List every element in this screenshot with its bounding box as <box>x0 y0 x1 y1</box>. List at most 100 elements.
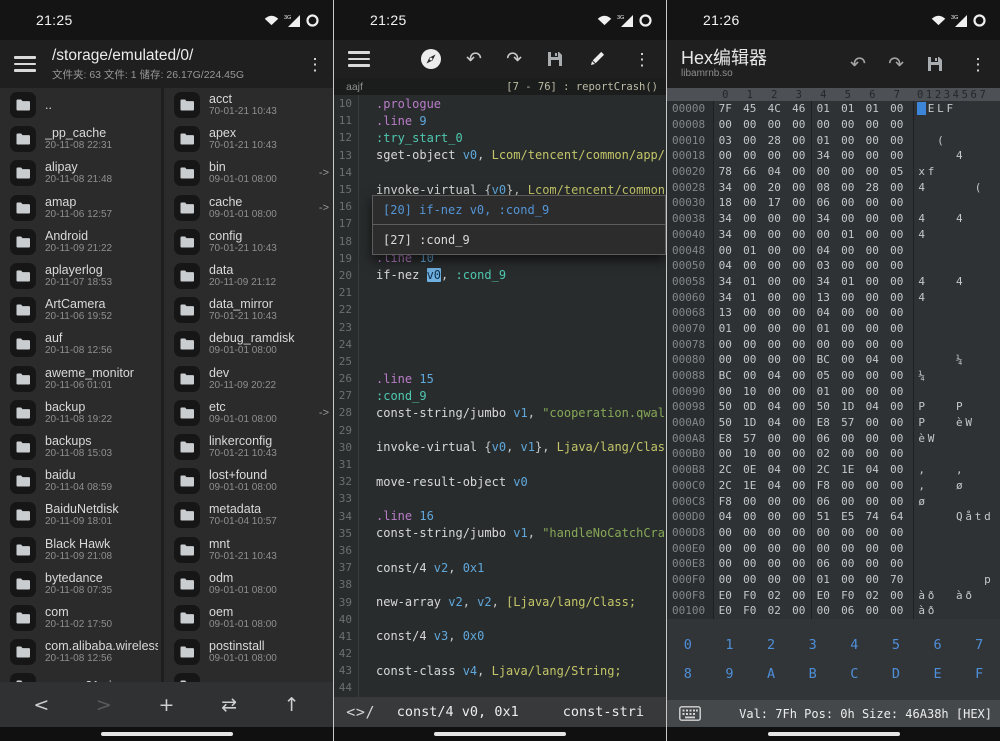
hex-byte[interactable]: 78 <box>713 165 738 178</box>
hex-byte[interactable]: 00 <box>885 557 910 570</box>
file-row[interactable]: bin09-01-01 08:00-> <box>164 156 333 190</box>
file-row[interactable]: odm09-01-01 08:00 <box>164 567 333 601</box>
file-row[interactable]: com.cn21.vi <box>0 669 161 682</box>
save-icon[interactable] <box>926 55 944 73</box>
up-button[interactable]: ↑ <box>272 694 312 716</box>
hex-byte[interactable]: 00 <box>762 385 787 398</box>
file-row[interactable]: etc09-01-01 08:00-> <box>164 396 333 430</box>
hex-key-E[interactable]: E <box>917 666 959 682</box>
hex-byte[interactable]: 01 <box>811 322 836 335</box>
hex-byte[interactable]: 00 <box>738 322 763 335</box>
hex-byte[interactable]: 01 <box>811 134 836 147</box>
hex-byte[interactable]: 00 <box>787 447 812 460</box>
code-line[interactable]: 30invoke-virtual {v0, v1}, Ljava/lang/Cl… <box>334 439 666 456</box>
hex-byte[interactable]: 34 <box>713 228 738 241</box>
hex-byte[interactable]: 00 <box>885 447 910 460</box>
hex-byte[interactable]: 00 <box>836 212 861 225</box>
add-button[interactable]: + <box>146 694 186 716</box>
popup-row-jump-source[interactable]: [20] if-nez v0, :cond_9 <box>373 196 665 225</box>
hex-byte[interactable]: 10 <box>738 385 763 398</box>
hex-byte[interactable]: 04 <box>762 479 787 492</box>
hex-byte[interactable]: 04 <box>811 244 836 257</box>
code-line[interactable]: 29 <box>334 422 666 439</box>
hex-byte[interactable]: 00 <box>787 369 812 382</box>
hex-byte[interactable]: 00 <box>738 495 763 508</box>
hex-byte[interactable]: 00 <box>860 228 885 241</box>
hex-byte[interactable]: 00 <box>738 369 763 382</box>
hex-byte[interactable]: 64 <box>885 510 910 523</box>
hex-byte[interactable]: 13 <box>713 306 738 319</box>
hex-byte[interactable]: 00 <box>787 228 812 241</box>
hex-byte[interactable]: 00 <box>713 573 738 586</box>
hex-byte[interactable]: 00 <box>860 432 885 445</box>
hex-byte[interactable]: 00 <box>860 118 885 131</box>
file-row[interactable]: .. <box>0 88 161 122</box>
code-line[interactable]: 23 <box>334 318 666 335</box>
hex-byte[interactable]: 00 <box>762 118 787 131</box>
hex-key-0[interactable]: 0 <box>667 637 709 653</box>
hex-key-8[interactable]: 8 <box>667 666 709 682</box>
file-row[interactable]: baidu20-11-04 08:59 <box>0 464 161 498</box>
hex-byte[interactable]: 01 <box>836 102 861 115</box>
symbol-key[interactable]: / <box>365 703 375 721</box>
hex-byte[interactable]: 00 <box>762 322 787 335</box>
undo-icon[interactable]: ↶ <box>466 49 482 69</box>
hex-byte[interactable]: F0 <box>738 604 763 617</box>
hex-byte[interactable]: 01 <box>738 244 763 257</box>
hex-byte[interactable]: 00 <box>738 338 763 351</box>
hex-byte[interactable]: 00 <box>713 557 738 570</box>
hex-byte[interactable]: 00 <box>762 149 787 162</box>
file-row[interactable]: data20-11-09 21:12 <box>164 259 333 293</box>
code-line[interactable]: 26.line 15 <box>334 370 666 387</box>
code-line[interactable]: 44 <box>334 679 666 696</box>
hex-byte[interactable]: 00 <box>885 212 910 225</box>
hex-byte[interactable]: F8 <box>811 479 836 492</box>
hex-byte[interactable]: 00 <box>885 400 910 413</box>
hex-byte[interactable]: 01 <box>713 322 738 335</box>
hex-byte[interactable]: 00 <box>787 134 812 147</box>
hex-byte[interactable]: 06 <box>811 196 836 209</box>
hex-byte[interactable]: 02 <box>860 589 885 602</box>
code-line[interactable]: 11.line 9 <box>334 112 666 129</box>
hex-byte[interactable]: 7F <box>713 102 738 115</box>
code-line[interactable]: 39new-array v2, v2, [Ljava/lang/Class; <box>334 593 666 610</box>
hex-byte[interactable]: 00 <box>860 196 885 209</box>
hex-byte[interactable]: 00 <box>885 291 910 304</box>
hex-byte[interactable]: 00 <box>860 542 885 555</box>
hex-byte[interactable]: 00 <box>836 196 861 209</box>
hex-byte[interactable]: 00 <box>787 557 812 570</box>
home-indicator[interactable] <box>768 732 900 736</box>
hex-byte[interactable]: 01 <box>811 102 836 115</box>
hex-byte[interactable]: 34 <box>811 212 836 225</box>
hex-byte[interactable]: 2C <box>713 463 738 476</box>
hex-byte[interactable]: 00 <box>787 573 812 586</box>
file-row[interactable]: debug_ramdisk09-01-01 08:00 <box>164 327 333 361</box>
hex-byte[interactable]: 00 <box>836 165 861 178</box>
hex-byte[interactable]: 00 <box>787 338 812 351</box>
hex-byte[interactable]: 00 <box>885 118 910 131</box>
hex-byte[interactable]: 02 <box>762 604 787 617</box>
code-line[interactable]: 33 <box>334 490 666 507</box>
hex-byte[interactable]: 00 <box>738 212 763 225</box>
menu-icon[interactable] <box>14 56 36 72</box>
file-row[interactable]: backup20-11-08 19:22 <box>0 396 161 430</box>
method-range-label[interactable]: [7 - 76] : reportCrash() <box>506 81 658 93</box>
hex-byte[interactable]: 00 <box>836 181 861 194</box>
hex-key-6[interactable]: 6 <box>917 637 959 653</box>
hex-byte[interactable]: 00 <box>811 526 836 539</box>
hex-byte[interactable]: 00 <box>787 322 812 335</box>
hex-byte[interactable]: 00 <box>860 275 885 288</box>
edit-pencil-icon[interactable] <box>588 50 606 68</box>
file-row[interactable]: auf20-11-08 12:56 <box>0 327 161 361</box>
hex-byte[interactable]: 00 <box>738 181 763 194</box>
hex-byte[interactable]: 00 <box>836 338 861 351</box>
code-line[interactable]: 27:cond_9 <box>334 387 666 404</box>
file-row[interactable]: oem09-01-01 08:00 <box>164 601 333 635</box>
hex-byte[interactable]: 00 <box>885 479 910 492</box>
hex-byte[interactable]: 00 <box>787 416 812 429</box>
hex-byte[interactable]: 34 <box>713 181 738 194</box>
tab-aajf[interactable]: aajf <box>346 81 363 93</box>
file-row[interactable]: com20-11-02 17:50 <box>0 601 161 635</box>
code-line[interactable]: 40 <box>334 611 666 628</box>
hex-byte[interactable]: 00 <box>811 542 836 555</box>
